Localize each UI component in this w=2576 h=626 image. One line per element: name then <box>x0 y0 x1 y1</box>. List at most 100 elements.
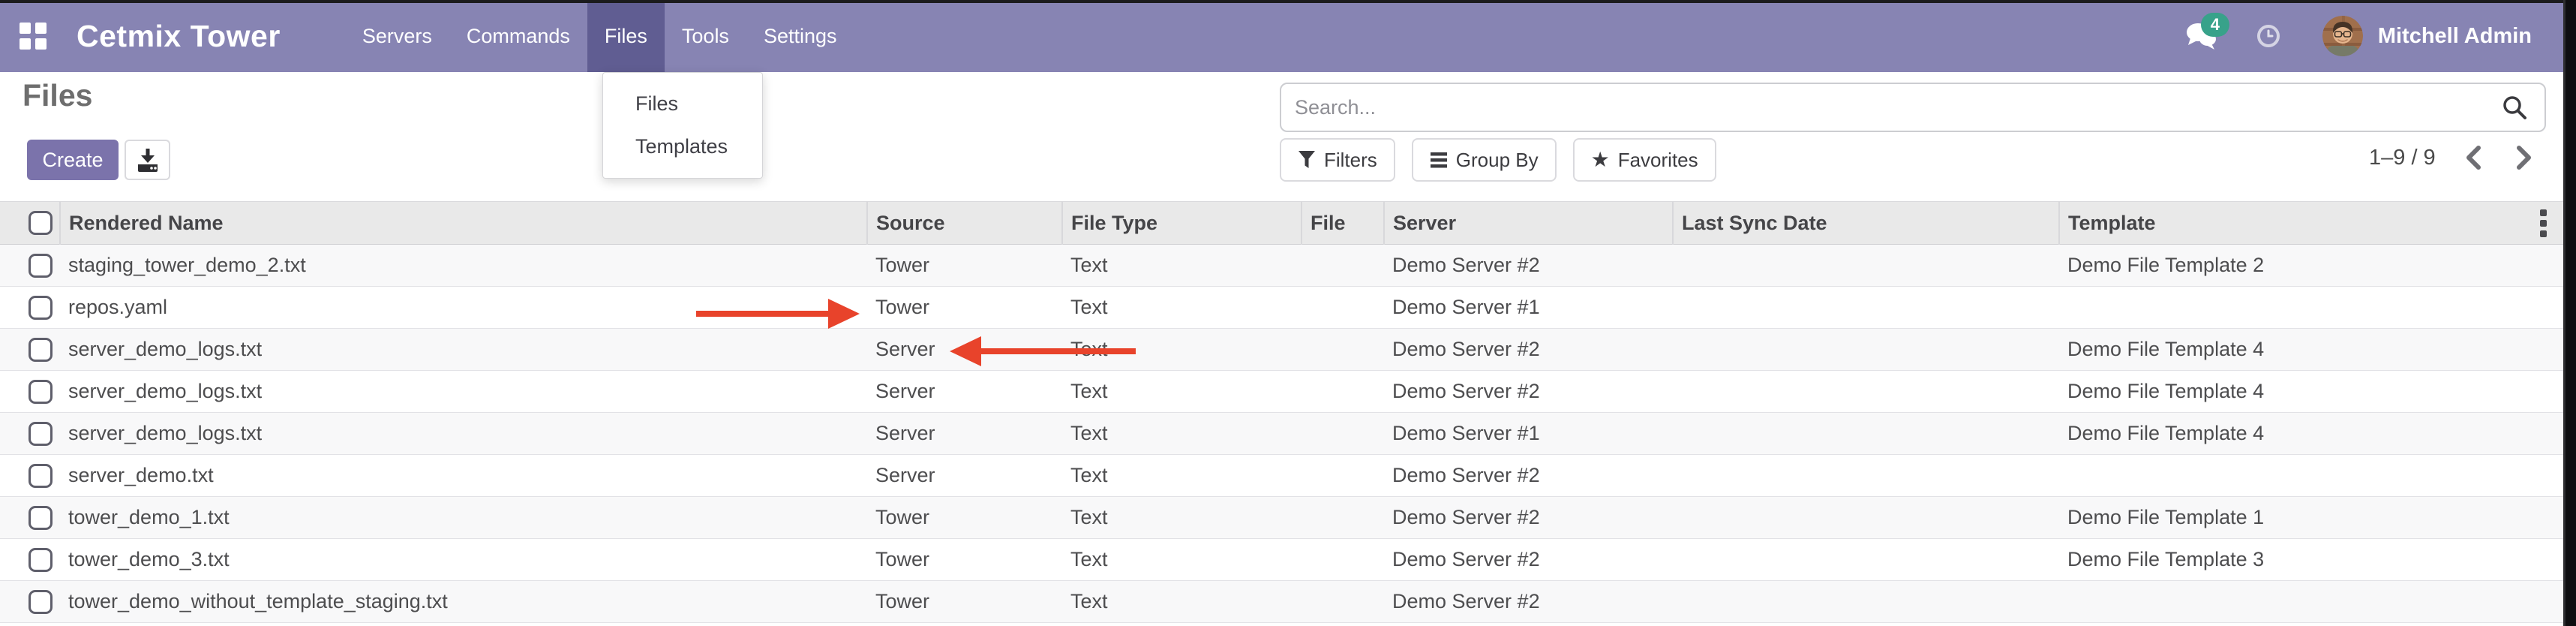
user-menu[interactable]: Mitchell Admin <box>2378 24 2532 49</box>
column-header[interactable]: File Type <box>1062 202 1302 245</box>
app-brand[interactable]: Cetmix Tower <box>77 19 281 54</box>
row-checkbox[interactable] <box>29 380 53 404</box>
cell-file[interactable] <box>1302 581 1384 623</box>
column-header[interactable]: Server <box>1384 202 1673 245</box>
cell-rendered-name[interactable]: tower_demo_1.txt <box>60 497 867 539</box>
optional-columns-toggle-icon[interactable] <box>2540 209 2547 237</box>
cell-last-sync-date[interactable] <box>1673 413 2059 455</box>
cell-source[interactable]: Tower <box>867 245 1062 287</box>
cell-last-sync-date[interactable] <box>1673 539 2059 581</box>
cell-server[interactable]: Demo Server #2 <box>1384 245 1673 287</box>
cell-template[interactable] <box>2059 581 2563 623</box>
user-avatar[interactable] <box>2322 16 2363 56</box>
pager-previous-button[interactable] <box>2463 144 2485 171</box>
nav-menu-item[interactable]: Servers <box>345 0 449 72</box>
favorites-button[interactable]: ★ Favorites <box>1573 138 1716 182</box>
search-icon[interactable] <box>2501 94 2528 121</box>
activities-button[interactable] <box>2256 24 2280 48</box>
cell-last-sync-date[interactable] <box>1673 329 2059 371</box>
cell-file[interactable] <box>1302 455 1384 497</box>
cell-template[interactable] <box>2059 287 2563 329</box>
cell-source[interactable]: Server <box>867 371 1062 413</box>
row-checkbox[interactable] <box>29 548 53 572</box>
cell-template[interactable] <box>2059 455 2563 497</box>
row-checkbox[interactable] <box>29 296 53 320</box>
cell-file-type[interactable]: Text <box>1062 329 1302 371</box>
cell-file-type[interactable]: Text <box>1062 413 1302 455</box>
cell-source[interactable]: Tower <box>867 581 1062 623</box>
search-input[interactable] <box>1281 84 2501 131</box>
cell-template[interactable]: Demo File Template 2 <box>2059 245 2563 287</box>
table-row[interactable]: server_demo_logs.txt Server Text Demo Se… <box>0 371 2563 413</box>
dropdown-menu-item[interactable]: Templates <box>603 125 762 168</box>
cell-last-sync-date[interactable] <box>1673 371 2059 413</box>
row-checkbox[interactable] <box>29 254 53 278</box>
table-row[interactable]: tower_demo_1.txt Tower Text Demo Server … <box>0 497 2563 539</box>
column-header[interactable]: Last Sync Date <box>1673 202 2059 245</box>
cell-server[interactable]: Demo Server #2 <box>1384 371 1673 413</box>
cell-last-sync-date[interactable] <box>1673 497 2059 539</box>
column-header[interactable]: Source <box>867 202 1062 245</box>
row-checkbox[interactable] <box>29 590 53 614</box>
table-row[interactable]: tower_demo_3.txt Tower Text Demo Server … <box>0 539 2563 581</box>
row-checkbox[interactable] <box>29 506 53 530</box>
cell-rendered-name[interactable]: server_demo_logs.txt <box>60 371 867 413</box>
cell-server[interactable]: Demo Server #1 <box>1384 287 1673 329</box>
cell-file-type[interactable]: Text <box>1062 539 1302 581</box>
column-header[interactable]: Rendered Name <box>60 202 867 245</box>
table-row[interactable]: server_demo_logs.txt Server Text Demo Se… <box>0 329 2563 371</box>
cell-rendered-name[interactable]: tower_demo_3.txt <box>60 539 867 581</box>
nav-menu-item[interactable]: Commands <box>449 0 587 72</box>
cell-file-type[interactable]: Text <box>1062 497 1302 539</box>
cell-file[interactable] <box>1302 287 1384 329</box>
cell-source[interactable]: Server <box>867 413 1062 455</box>
cell-template[interactable]: Demo File Template 4 <box>2059 413 2563 455</box>
messages-button[interactable]: 4 <box>2183 17 2219 55</box>
cell-last-sync-date[interactable] <box>1673 287 2059 329</box>
cell-source[interactable]: Tower <box>867 287 1062 329</box>
table-row[interactable]: repos.yaml Tower Text Demo Server #1 <box>0 287 2563 329</box>
cell-source[interactable]: Server <box>867 329 1062 371</box>
cell-server[interactable]: Demo Server #2 <box>1384 329 1673 371</box>
cell-server[interactable]: Demo Server #1 <box>1384 413 1673 455</box>
pager-next-button[interactable] <box>2512 144 2535 171</box>
cell-file[interactable] <box>1302 371 1384 413</box>
cell-file-type[interactable]: Text <box>1062 245 1302 287</box>
cell-file-type[interactable]: Text <box>1062 287 1302 329</box>
nav-menu-item[interactable]: Settings <box>746 0 854 72</box>
cell-file[interactable] <box>1302 539 1384 581</box>
cell-server[interactable]: Demo Server #2 <box>1384 581 1673 623</box>
table-row[interactable]: staging_tower_demo_2.txt Tower Text Demo… <box>0 245 2563 287</box>
column-header[interactable]: File <box>1302 202 1384 245</box>
cell-rendered-name[interactable]: server_demo.txt <box>60 455 867 497</box>
cell-server[interactable]: Demo Server #2 <box>1384 455 1673 497</box>
cell-source[interactable]: Tower <box>867 539 1062 581</box>
nav-menu-item[interactable]: Files <box>587 0 665 72</box>
filters-button[interactable]: Filters <box>1280 138 1395 182</box>
cell-rendered-name[interactable]: server_demo_logs.txt <box>60 413 867 455</box>
create-button[interactable]: Create <box>27 140 119 180</box>
row-checkbox[interactable] <box>29 464 53 488</box>
cell-server[interactable]: Demo Server #2 <box>1384 539 1673 581</box>
cell-last-sync-date[interactable] <box>1673 245 2059 287</box>
table-row[interactable]: server_demo_logs.txt Server Text Demo Se… <box>0 413 2563 455</box>
cell-source[interactable]: Tower <box>867 497 1062 539</box>
cell-file[interactable] <box>1302 245 1384 287</box>
row-checkbox[interactable] <box>29 338 53 362</box>
table-row[interactable]: tower_demo_without_template_staging.txt … <box>0 581 2563 623</box>
cell-rendered-name[interactable]: repos.yaml <box>60 287 867 329</box>
cell-file-type[interactable]: Text <box>1062 455 1302 497</box>
cell-template[interactable]: Demo File Template 1 <box>2059 497 2563 539</box>
select-all-checkbox[interactable] <box>29 211 53 235</box>
cell-template[interactable]: Demo File Template 4 <box>2059 371 2563 413</box>
cell-last-sync-date[interactable] <box>1673 455 2059 497</box>
cell-template[interactable]: Demo File Template 3 <box>2059 539 2563 581</box>
cell-file[interactable] <box>1302 329 1384 371</box>
cell-server[interactable]: Demo Server #2 <box>1384 497 1673 539</box>
cell-rendered-name[interactable]: server_demo_logs.txt <box>60 329 867 371</box>
cell-file[interactable] <box>1302 497 1384 539</box>
column-header[interactable]: Template <box>2059 202 2563 245</box>
cell-rendered-name[interactable]: staging_tower_demo_2.txt <box>60 245 867 287</box>
cell-rendered-name[interactable]: tower_demo_without_template_staging.txt <box>60 581 867 623</box>
nav-menu-item[interactable]: Tools <box>665 0 746 72</box>
